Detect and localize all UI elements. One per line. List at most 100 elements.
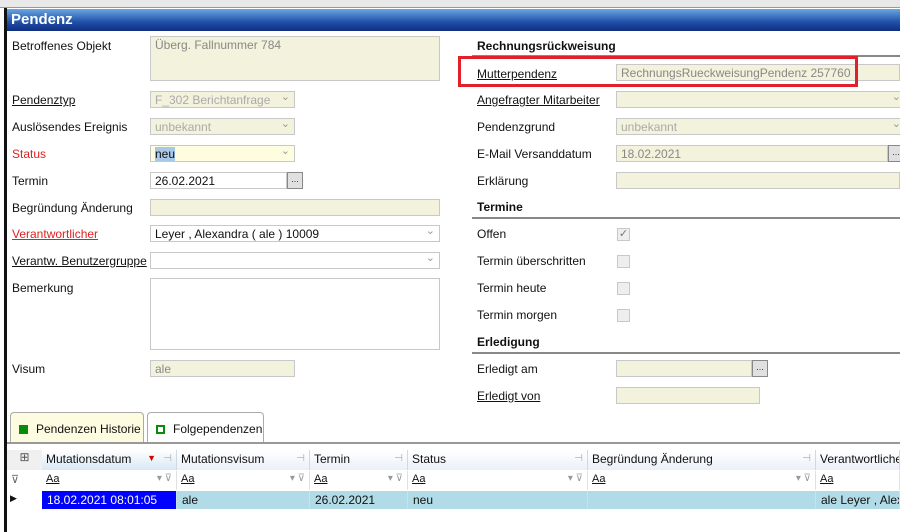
label-benutzergruppe[interactable]: Verantw. Benutzergruppe [12, 254, 147, 268]
label-email-versanddatum: E-Mail Versanddatum [477, 147, 592, 161]
section-erledigung: Erledigung [477, 335, 540, 349]
table-cell[interactable]: neu [408, 491, 588, 509]
column-header-begruendung[interactable]: Begründung Änderung ⊣ [588, 450, 816, 470]
label-erklaerung: Erklärung [477, 174, 529, 188]
tab-divider [7, 442, 900, 444]
label-angefragter-mitarbeiter[interactable]: Angefragter Mitarbeiter [477, 93, 600, 107]
label-bemerkung: Bemerkung [12, 281, 74, 295]
betroffenes-objekt-field[interactable]: Überg. Fallnummer 784 [150, 36, 440, 81]
top-strip [0, 0, 900, 8]
verantwortlicher-select[interactable]: Leyer , Alexandra ( ale ) 10009 [150, 225, 440, 242]
label-verantwortlicher[interactable]: Verantwortlicher [12, 227, 98, 241]
column-title: Status [412, 452, 447, 466]
pendenztyp-select[interactable]: F_302 Berichtanfrage [150, 91, 295, 108]
filter-clear-icon[interactable]: ▾ ⊽ [388, 473, 403, 484]
filter-text: Aa [46, 473, 60, 485]
filter-text: Aa [412, 473, 426, 485]
label-termin-heute: Termin heute [477, 281, 547, 295]
divider [472, 217, 900, 219]
label-ausloesendes-ereignis: Auslösendes Ereignis [12, 120, 128, 134]
filter-mutationsvisum[interactable]: Aa ▾ ⊽ [177, 471, 310, 490]
filled-square-icon [19, 425, 28, 434]
angefragter-mitarbeiter-select[interactable] [616, 91, 900, 108]
filter-begruendung[interactable]: Aa ▾ ⊽ [588, 471, 816, 490]
filter-verantwortliche[interactable]: Aa [816, 471, 900, 490]
bemerkung-textarea[interactable] [150, 278, 440, 350]
label-pendenztyp[interactable]: Pendenztyp [12, 93, 75, 107]
tab-folgependenzen[interactable]: Folgependenzen [147, 412, 264, 442]
label-erledigt-am: Erledigt am [477, 362, 538, 376]
erledigt-am-picker-button[interactable]: ... [752, 360, 768, 377]
label-visum: Visum [12, 362, 46, 376]
column-header-status[interactable]: Status ⊣ [408, 450, 588, 470]
filter-row-icon[interactable]: ⊽ [7, 471, 42, 490]
label-erledigt-von[interactable]: Erledigt von [477, 389, 540, 403]
label-begruendung: Begründung Änderung [12, 201, 133, 215]
table-cell[interactable]: 26.02.2021 [310, 491, 408, 509]
email-date-picker-button[interactable]: ... [888, 145, 900, 162]
termin-ueberschritten-checkbox[interactable] [617, 255, 630, 268]
termin-morgen-checkbox[interactable] [617, 309, 630, 322]
table-cell[interactable]: ale [177, 491, 310, 509]
filter-clear-icon[interactable]: ▾ ⊽ [568, 473, 583, 484]
begruendung-input[interactable] [150, 199, 440, 216]
filter-text: Aa [592, 473, 606, 485]
pin-icon[interactable]: ⊣ [574, 453, 583, 464]
filter-status[interactable]: Aa ▾ ⊽ [408, 471, 588, 490]
column-title: Termin [314, 452, 351, 466]
filter-text: Aa [820, 473, 834, 485]
filter-clear-icon[interactable]: ▾ ⊽ [157, 473, 172, 484]
column-header-termin[interactable]: Termin ⊣ [310, 450, 408, 470]
pin-icon[interactable]: ⊣ [802, 453, 811, 464]
table-cell[interactable]: ale Leyer , Alexandra [816, 491, 900, 509]
erledigt-am-field [616, 360, 752, 377]
tab-label: Pendenzen Historie [36, 422, 141, 436]
filter-termin[interactable]: Aa ▾ ⊽ [310, 471, 408, 490]
filter-text: Aa [314, 473, 328, 485]
benutzergruppe-select[interactable] [150, 252, 440, 269]
pendenzgrund-select[interactable]: unbekannt [616, 118, 900, 135]
window-title: Pendenz [7, 9, 900, 31]
table-cell[interactable]: 18.02.2021 08:01:05 [42, 491, 177, 509]
label-pendenzgrund: Pendenzgrund [477, 120, 556, 134]
offen-checkbox[interactable]: ✓ [617, 228, 630, 241]
termin-picker-button[interactable]: ... [287, 172, 303, 189]
filter-clear-icon[interactable]: ▾ ⊽ [796, 473, 811, 484]
tab-label: Folgependenzen [173, 422, 263, 436]
column-header-mutationsvisum[interactable]: Mutationsvisum ⊣ [177, 450, 310, 470]
label-termin: Termin [12, 174, 49, 188]
divider [472, 352, 900, 354]
section-termine: Termine [477, 200, 523, 214]
column-chooser-icon[interactable]: ⊞ [7, 450, 42, 470]
column-title: Mutationsvisum [181, 452, 265, 466]
empty-square-icon [156, 425, 165, 434]
table-cell[interactable] [588, 491, 816, 509]
label-termin-ueberschritten: Termin überschritten [477, 254, 586, 268]
label-betroffenes-objekt: Betroffenes Objekt [12, 39, 112, 53]
erledigt-von-field [616, 387, 760, 404]
status-value: neu [155, 147, 176, 161]
filter-mutationsdatum[interactable]: Aa ▾ ⊽ [42, 471, 177, 490]
highlight-box [458, 56, 858, 87]
termin-input[interactable]: 26.02.2021 [150, 172, 287, 189]
erklaerung-field [616, 172, 900, 189]
column-header-verantwortliche[interactable]: Verantwortliche [816, 450, 900, 470]
tab-pendenzen-historie[interactable]: Pendenzen Historie [10, 412, 144, 442]
ausloesendes-ereignis-select[interactable]: unbekannt [150, 118, 295, 135]
termin-heute-checkbox[interactable] [617, 282, 630, 295]
section-rechnungsrueckweisung: Rechnungsrückweisung [477, 39, 616, 53]
sort-desc-icon: ▼ [147, 453, 156, 463]
filter-text: Aa [181, 473, 195, 485]
filter-clear-icon[interactable]: ▾ ⊽ [290, 473, 305, 484]
pin-icon[interactable]: ⊣ [296, 453, 305, 464]
label-offen: Offen [477, 227, 507, 241]
status-select[interactable]: neu [150, 145, 295, 162]
column-title: Verantwortliche [820, 452, 900, 466]
pin-icon[interactable]: ⊣ [163, 453, 172, 464]
pin-icon[interactable]: ⊣ [394, 453, 403, 464]
row-indicator-icon: ▶ [10, 493, 17, 503]
column-header-mutationsdatum[interactable]: Mutationsdatum ▼ ⊣ [42, 450, 177, 470]
email-versanddatum-field: 18.02.2021 [616, 145, 888, 162]
label-status: Status [12, 147, 47, 161]
label-termin-morgen: Termin morgen [477, 308, 558, 322]
